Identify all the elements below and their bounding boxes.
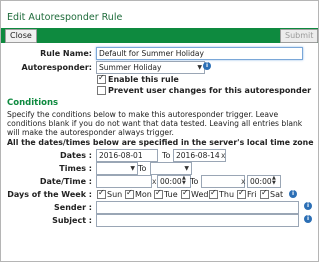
timezone-note: All the dates/times below are specified … <box>7 138 314 147</box>
clear-dates-icon[interactable]: x <box>221 151 225 160</box>
prevent-changes-label: Prevent user changes for this autorespon… <box>108 86 312 95</box>
autoresponder-value: Summer Holiday <box>99 63 162 72</box>
clear-datetime-from-icon[interactable]: x <box>152 177 156 186</box>
submit-button[interactable]: Submit <box>280 29 319 43</box>
wed-label: Wed <box>191 190 209 199</box>
times-label: Times : <box>59 164 92 173</box>
datetime-to-date-input[interactable] <box>201 175 245 188</box>
chevron-down-icon: ▼ <box>197 64 202 71</box>
datetime-from-date-input[interactable] <box>96 175 152 188</box>
dialog-window: Edit Autoresponder Rule Close Submit Rul… <box>0 0 319 262</box>
days-of-week-label: Days of the Week : <box>7 190 92 199</box>
tue-label: Tue <box>164 190 178 199</box>
thu-label: Thu <box>219 190 235 199</box>
dates-to-label: To <box>162 151 171 160</box>
prevent-changes-checkbox[interactable] <box>97 86 106 95</box>
info-icon[interactable]: i <box>304 202 312 210</box>
tue-checkbox[interactable] <box>154 188 163 199</box>
fri-checkbox[interactable] <box>237 188 246 199</box>
toolbar <box>1 28 318 43</box>
times-to-label: To <box>138 164 147 173</box>
dates-label: Dates : <box>59 151 92 160</box>
fri-label: Fri <box>247 190 257 199</box>
clear-datetime-to-icon[interactable]: x <box>241 177 245 186</box>
close-button[interactable]: Close <box>5 29 37 43</box>
rule-name-input[interactable]: Default for Summer Holiday <box>96 47 303 60</box>
autoresponder-label: Autoresponder: <box>21 63 92 72</box>
conditions-heading: Conditions <box>7 98 59 108</box>
from-time-spinner-icon[interactable]: ▲ ▼ <box>182 176 186 186</box>
wed-checkbox[interactable] <box>181 188 190 199</box>
enable-rule-checkbox[interactable] <box>97 73 106 84</box>
info-icon[interactable]: i <box>289 190 297 198</box>
datetime-label: Date/Time : <box>39 177 92 186</box>
subject-label: Subject : <box>52 216 92 225</box>
window-title: Edit Autoresponder Rule <box>7 12 123 23</box>
times-from-select[interactable]: ▼ <box>96 162 138 175</box>
mon-checkbox[interactable] <box>125 188 134 199</box>
to-time-spinner-icon[interactable]: ▲ ▼ <box>272 176 276 186</box>
autoresponder-select[interactable]: Summer Holiday ▼ <box>96 61 205 74</box>
sat-checkbox[interactable] <box>260 188 269 199</box>
chevron-down-icon: ▼ <box>130 165 135 172</box>
mon-label: Mon <box>135 190 152 199</box>
rule-name-label: Rule Name: <box>40 49 92 58</box>
sun-label: Sun <box>107 190 123 199</box>
datetime-to-label: To <box>190 177 199 186</box>
info-icon[interactable]: i <box>203 62 211 70</box>
sun-checkbox[interactable] <box>97 188 106 199</box>
chevron-down-icon: ▼ <box>184 165 189 172</box>
dates-from-input[interactable]: 2016-08-01 <box>96 149 158 162</box>
conditions-description: Specify the conditions below to make thi… <box>7 110 303 138</box>
thu-checkbox[interactable] <box>209 188 218 199</box>
sat-label: Sat <box>270 190 284 199</box>
dates-to-input[interactable]: 2016-08-14 <box>173 149 226 162</box>
enable-rule-label: Enable this rule <box>108 75 179 84</box>
subject-input[interactable] <box>96 214 299 227</box>
sender-input[interactable] <box>96 201 299 214</box>
sender-label: Sender : <box>54 203 92 212</box>
info-icon[interactable]: i <box>304 215 312 223</box>
times-to-select[interactable]: ▼ <box>150 162 192 175</box>
